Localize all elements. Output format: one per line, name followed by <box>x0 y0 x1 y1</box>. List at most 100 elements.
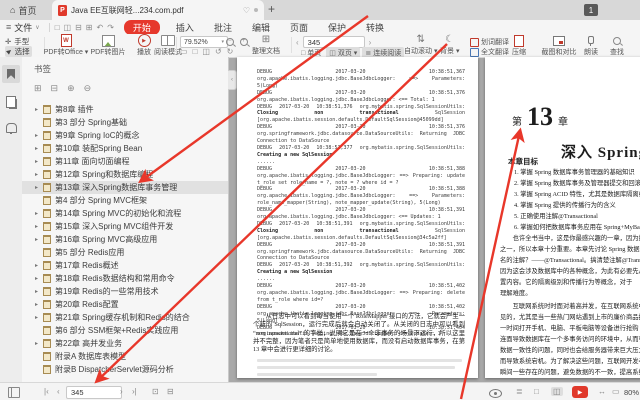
ribbon-tab-开始[interactable]: 开始 <box>123 19 160 35</box>
collapse-all-icon[interactable]: ⊟ <box>51 83 59 94</box>
expand-caret-icon[interactable]: ▸ <box>35 262 43 269</box>
new-tab-button[interactable]: + <box>268 2 275 16</box>
ribbon-tab-页面[interactable]: 页面 <box>286 20 312 35</box>
last-page-button[interactable]: ›| <box>132 387 137 396</box>
screenshot-compare-button[interactable]: 截图和对比 <box>538 35 580 57</box>
bookmark-item[interactable]: ▸ 第17章 Redis概述 <box>22 259 228 272</box>
expand-caret-icon[interactable]: ▸ <box>35 210 43 217</box>
ribbon-tab-转换[interactable]: 转换 <box>362 20 388 35</box>
ribbon-tab-插入[interactable]: 插入 <box>172 20 198 35</box>
bookmark-item[interactable]: ▸ 第19章 Redis的一些常用技术 <box>22 285 228 298</box>
bookmark-item[interactable]: ▸ 第9章 Spring IoC的概念 <box>22 129 228 142</box>
bookmark-item[interactable]: ▸ 第11章 面向切面编程 <box>22 155 228 168</box>
auto-scroll-button[interactable]: ⇅ 自动滚动 ▾ <box>404 35 437 56</box>
bookmark-item[interactable]: 第6 部分 SSM框架+Redis实践应用 <box>22 324 228 337</box>
fullscreen-button[interactable]: ▭ <box>612 387 620 396</box>
rotate-left-icon[interactable]: ↺ <box>215 47 222 56</box>
bookmark-item[interactable]: ▸ 第13章 深入Spring数据库事务管理 <box>22 181 228 194</box>
collapse-sidebar-button[interactable]: ‹ <box>228 70 237 90</box>
home-tab[interactable]: ⌂ 首页 <box>2 0 44 20</box>
single-page-view-button[interactable]: □ <box>534 387 539 396</box>
file-menu[interactable]: ≡ 文件 ∨ <box>0 21 46 34</box>
status-page-input[interactable]: 345 <box>66 386 122 399</box>
bookmark-item[interactable]: 附录B DispatcherServlet源码分析 <box>22 363 228 376</box>
add-bookmark-icon[interactable]: ⊕ <box>67 83 75 94</box>
previous-view-button[interactable]: ⊡ <box>152 387 159 396</box>
expand-caret-icon[interactable]: ▸ <box>35 132 43 139</box>
expand-caret-icon[interactable]: ▸ <box>35 158 43 165</box>
bookmark-item[interactable]: 第4 部分 Spring MVC框架 <box>22 194 228 207</box>
bookmark-item[interactable]: ▸ 第22章 高并发业务 <box>22 337 228 350</box>
toggle-panel-button[interactable] <box>8 387 20 398</box>
favorite-icon[interactable]: ♡ <box>243 6 250 15</box>
bookmark-item[interactable]: ▸ 第15章 深入Spring MVC组件开发 <box>22 220 228 233</box>
compress-button[interactable]: 压缩 <box>512 34 526 57</box>
new-doc-icon[interactable]: □ <box>55 23 60 32</box>
actual-size-icon[interactable]: ◫ <box>202 47 210 56</box>
zoom-out-icon[interactable]: − <box>226 38 234 46</box>
bookmark-item[interactable]: ▸ 第20章 Redis配置 <box>22 298 228 311</box>
annotations-panel-button[interactable] <box>2 119 20 137</box>
expand-caret-icon[interactable]: ▸ <box>35 301 43 308</box>
expand-caret-icon[interactable]: ▸ <box>35 236 43 243</box>
next-view-button[interactable]: ⊟ <box>167 387 174 396</box>
expand-caret-icon[interactable]: ▸ <box>35 184 43 191</box>
select-tool[interactable]: ▶ 选择 <box>5 46 32 57</box>
fit-width-button[interactable]: ↔ <box>598 387 606 396</box>
expand-caret-icon[interactable]: ▸ <box>35 106 43 113</box>
expand-caret-icon[interactable]: ▸ <box>35 275 43 282</box>
bookmark-item[interactable]: ▸ 第8章 插件 <box>22 103 228 116</box>
expand-caret-icon[interactable]: ▸ <box>35 223 43 230</box>
find-button[interactable]: 查找 <box>610 35 624 57</box>
ribbon-tab-批注[interactable]: 批注 <box>210 20 236 35</box>
redo-icon[interactable]: ↷ <box>107 23 114 32</box>
open-folder-icon[interactable]: ◫ <box>64 23 72 32</box>
ribbon-tab-编辑[interactable]: 编辑 <box>248 20 274 35</box>
first-page-button[interactable]: |‹ <box>44 387 49 396</box>
bookmark-item[interactable]: 第3 部分 Spring基础 <box>22 116 228 129</box>
fit-width-icon[interactable]: ▭ <box>180 47 188 56</box>
bookmark-item[interactable]: ▸ 第21章 Spring缓存机制和Redis的结合 <box>22 311 228 324</box>
bookmarks-panel-button[interactable] <box>2 65 20 83</box>
previous-page-icon[interactable]: ‹ <box>296 38 299 47</box>
fit-page-icon[interactable]: □ <box>193 47 198 56</box>
two-page-view-button[interactable]: ◫ <box>551 387 563 396</box>
video-tutorial-button[interactable]: ▶ <box>572 386 588 398</box>
expand-caret-icon[interactable]: ▸ <box>35 288 43 295</box>
bookmark-item[interactable]: ▸ 第12章 Spring和数据库编程 <box>22 168 228 181</box>
next-page-button[interactable]: › <box>120 387 123 396</box>
bookmark-item[interactable]: 附录A 数据库表模型 <box>22 350 228 363</box>
expand-caret-icon[interactable]: ▸ <box>35 314 43 321</box>
continuous-view-button[interactable]: ≣ <box>516 387 523 396</box>
previous-page-button[interactable]: ‹ <box>57 387 60 396</box>
expand-all-icon[interactable]: ⊞ <box>34 83 42 94</box>
expand-caret-icon[interactable]: ▸ <box>35 340 43 347</box>
bookmark-item[interactable]: ▸ 第16章 Spring MVC高级应用 <box>22 233 228 246</box>
toolbar-button-1[interactable]: W PDF转Office ▾ <box>44 34 88 57</box>
word-translate-button[interactable]: 划词翻译 <box>470 37 509 47</box>
thumbnails-panel-button[interactable] <box>2 93 20 111</box>
document-tab[interactable]: P Java EE互联网轻...234.com.pdf ♡ <box>52 0 264 20</box>
expand-caret-icon[interactable]: ▸ <box>35 145 43 152</box>
bookmark-item[interactable]: 第5 部分 Redis应用 <box>22 246 228 259</box>
background-button[interactable]: ☾ 背景 ▾ <box>440 35 459 56</box>
next-page-icon[interactable]: › <box>369 38 372 47</box>
expand-caret-icon[interactable]: ▸ <box>35 171 43 178</box>
bookmark-settings-icon[interactable]: ⊖ <box>84 83 92 94</box>
read-aloud-button[interactable]: 朗读 <box>584 35 598 57</box>
bookmark-item[interactable]: ▸ 第18章 Redis数据结构和常用命令 <box>22 272 228 285</box>
full-translate-button[interactable]: 全文翻译 <box>470 47 509 57</box>
rotate-right-icon[interactable]: ↻ <box>227 47 234 56</box>
eye-protection-button[interactable] <box>489 389 502 398</box>
status-zoom-value[interactable]: 80% <box>624 388 639 397</box>
notification-badge[interactable]: 1 <box>584 4 598 16</box>
organize-document-button[interactable]: ⊞ 整理文档 <box>252 35 280 56</box>
ribbon-tab-保护[interactable]: 保护 <box>324 20 350 35</box>
zoom-in-icon[interactable]: + <box>240 38 248 46</box>
toolbar-button-2[interactable]: PDF转图片 <box>90 34 126 57</box>
print-icon[interactable]: ⊞ <box>86 23 93 32</box>
bookmark-item[interactable]: ▸ 第10章 装配Spring Bean <box>22 142 228 155</box>
save-icon[interactable]: ⊟ <box>75 23 82 32</box>
bookmark-item[interactable]: ▸ 第14章 Spring MVC的初始化和流程 <box>22 207 228 220</box>
undo-icon[interactable]: ↶ <box>97 23 104 32</box>
